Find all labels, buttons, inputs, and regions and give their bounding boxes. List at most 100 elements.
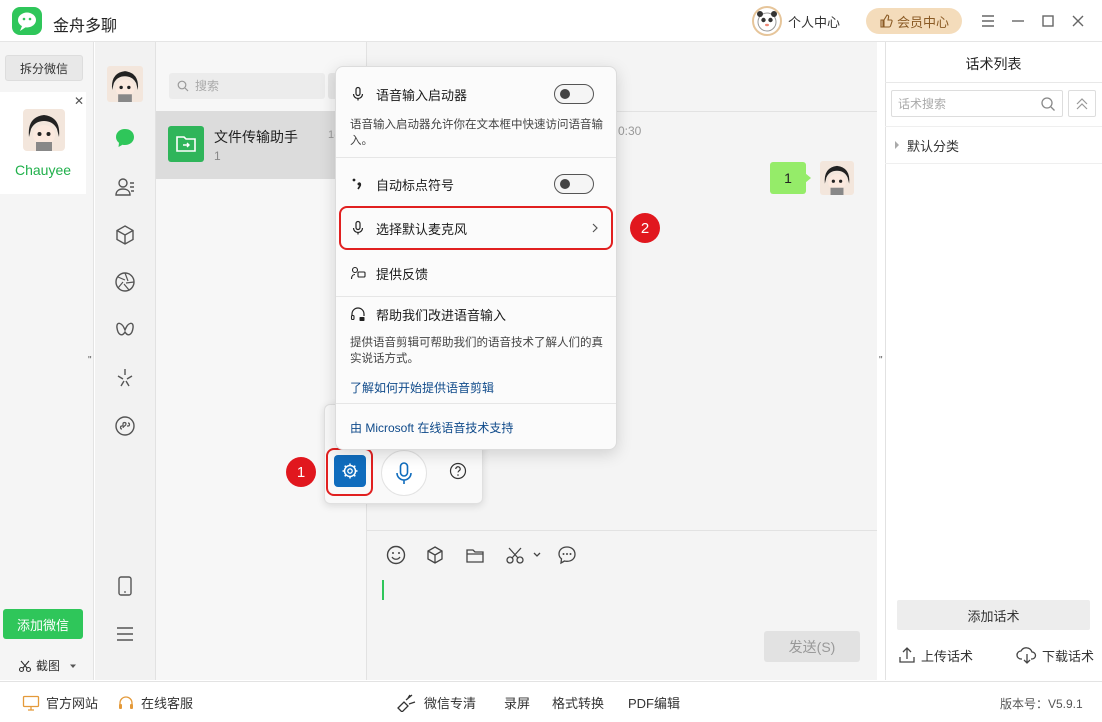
category-label: 默认分类	[907, 138, 960, 154]
close-icon[interactable]	[1068, 11, 1088, 31]
account-card[interactable]: Chauyee ✕	[0, 92, 86, 194]
splitter-handle[interactable]: "	[88, 355, 92, 366]
cube-icon[interactable]	[113, 223, 137, 247]
panda-avatar-icon	[752, 6, 782, 36]
add-wechat-button[interactable]: 添加微信	[3, 609, 83, 639]
collapse-up-icon[interactable]	[1068, 90, 1096, 117]
chat-search-input[interactable]	[195, 79, 315, 93]
thumb-up-icon	[880, 14, 893, 28]
split-wechat-button[interactable]: 拆分微信	[5, 55, 83, 81]
chat-bubble-icon[interactable]	[556, 544, 578, 566]
script-panel-title: 话术列表	[965, 56, 1022, 72]
contacts-icon[interactable]	[113, 175, 137, 199]
upload-script-button[interactable]: 上传话术	[897, 645, 973, 665]
chevron-down-icon[interactable]	[68, 661, 78, 671]
send-button[interactable]: 发送(S)	[764, 631, 860, 662]
punctuation-icon	[352, 178, 362, 190]
feedback-row[interactable]: 提供反馈	[336, 259, 616, 287]
headset-icon	[119, 695, 133, 709]
wechat-clean-label: 微信专清	[424, 696, 477, 711]
auto-punctuation-row: 自动标点符号	[336, 171, 616, 197]
microphone-icon	[352, 86, 364, 101]
cloud-download-icon	[1016, 647, 1037, 664]
download-script-button[interactable]: 下载话术	[1016, 645, 1094, 665]
official-site-link[interactable]: 官方网站	[22, 693, 98, 712]
help-icon[interactable]	[448, 461, 468, 481]
search-icon[interactable]	[1040, 96, 1056, 112]
official-site-label: 官方网站	[46, 696, 99, 711]
sender-avatar[interactable]	[820, 161, 854, 195]
record-screen-button[interactable]: 录屏	[504, 693, 530, 712]
broom-icon	[397, 694, 416, 712]
wechat-clean-button[interactable]: 微信专清	[396, 693, 476, 712]
folder-icon[interactable]	[464, 544, 486, 566]
maximize-icon[interactable]	[1038, 11, 1058, 31]
sparkle-icon[interactable]	[113, 366, 137, 390]
user-avatar[interactable]	[107, 66, 143, 102]
more-menu-icon[interactable]	[113, 622, 137, 646]
download-label: 下载话术	[1042, 648, 1095, 664]
app-title: 金舟多聊	[53, 18, 118, 35]
chevron-down-icon[interactable]	[531, 544, 543, 566]
chat-search-box[interactable]	[169, 73, 325, 99]
upload-icon	[899, 647, 915, 663]
splitter-handle[interactable]: "	[879, 355, 883, 366]
chat-name: 文件传输助手	[214, 129, 298, 145]
improve-label: 帮助我们改进语音输入	[376, 307, 507, 323]
chat-icon[interactable]	[113, 126, 137, 150]
improve-description: 提供语音剪辑可帮助我们的语音技术了解人们的真实说话方式。	[350, 337, 603, 365]
search-icon	[177, 80, 189, 92]
online-service-label: 在线客服	[141, 696, 194, 711]
cube-tool-icon[interactable]	[424, 544, 446, 566]
divider	[885, 82, 1102, 83]
file-transfer-icon	[168, 126, 204, 162]
script-search-input[interactable]	[898, 96, 1028, 111]
message-time: 0:30	[618, 124, 642, 138]
app-logo-icon	[12, 7, 42, 35]
voice-mic-button[interactable]	[381, 450, 427, 496]
divider	[336, 296, 616, 297]
vip-center-button[interactable]: 会员中心	[866, 8, 962, 34]
add-script-button[interactable]: 添加话术	[897, 600, 1090, 630]
auto-punctuation-toggle[interactable]	[554, 174, 594, 194]
powered-by-link[interactable]: 由 Microsoft 在线语音技术支持	[350, 419, 513, 436]
screenshot-label: 截图	[36, 659, 61, 673]
format-convert-button[interactable]: 格式转换	[552, 693, 604, 712]
feedback-icon	[350, 266, 366, 280]
screenshot-button[interactable]: 截图	[18, 657, 78, 674]
feedback-label: 提供反馈	[376, 266, 429, 282]
account-avatar	[23, 109, 65, 151]
voice-settings-menu: 语音输入启动器 语音输入启动器允许你在文本框中快速访问语音输入。 自动标点符号 …	[335, 66, 617, 450]
online-service-link[interactable]: 在线客服	[117, 693, 193, 712]
script-search-box[interactable]	[891, 90, 1063, 117]
gear-icon	[342, 463, 358, 479]
divider	[336, 157, 616, 158]
pdf-edit-button[interactable]: PDF编辑	[628, 693, 680, 712]
default-category-row[interactable]: 默认分类	[885, 126, 1102, 164]
learn-more-link[interactable]: 了解如何开始提供语音剪辑	[350, 379, 494, 396]
launcher-row: 语音输入启动器	[336, 81, 616, 107]
personal-center-label: 个人中心	[788, 14, 841, 30]
scissors-icon	[18, 660, 32, 672]
voice-settings-button[interactable]	[334, 455, 366, 487]
menu-icon[interactable]	[978, 11, 998, 31]
aperture-icon[interactable]	[113, 270, 137, 294]
message-bubble[interactable]: 1	[770, 162, 811, 194]
phone-icon[interactable]	[113, 574, 137, 598]
mic-highlight-box	[339, 206, 613, 250]
scissors-tool-icon[interactable]	[504, 544, 526, 566]
account-close-icon[interactable]: ✕	[74, 94, 84, 108]
chat-preview: 1	[214, 149, 221, 163]
mini-program-icon[interactable]	[113, 414, 137, 438]
headset-lock-icon	[350, 307, 365, 321]
text-caret	[382, 580, 384, 600]
butterfly-icon[interactable]	[113, 318, 137, 342]
monitor-icon	[22, 695, 40, 711]
minimize-icon[interactable]	[1008, 11, 1028, 31]
emoji-icon[interactable]	[385, 544, 407, 566]
step-badge-1: 1	[286, 457, 316, 487]
caret-right-icon	[895, 141, 899, 149]
launcher-toggle[interactable]	[554, 84, 594, 104]
personal-center-button[interactable]: 个人中心	[752, 6, 840, 36]
vip-center-label: 会员中心	[896, 14, 949, 30]
